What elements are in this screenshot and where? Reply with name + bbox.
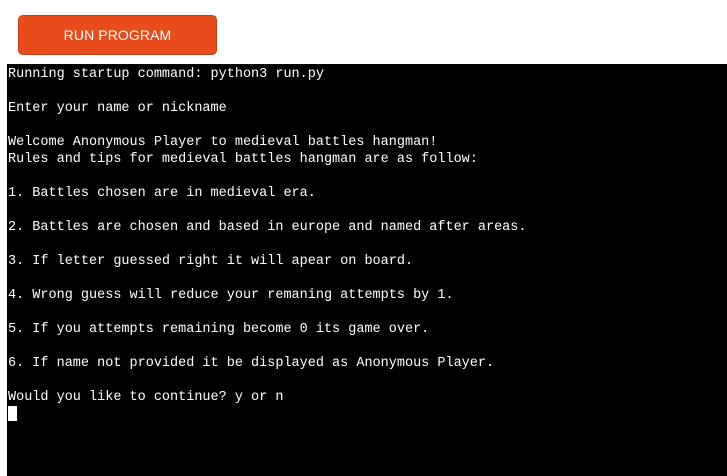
- terminal-output: Running startup command: python3 run.py E…: [8, 66, 727, 406]
- terminal-line: 5. If you attempts remaining become 0 it…: [8, 322, 430, 337]
- terminal-line: Would you like to continue? y or n: [8, 390, 284, 405]
- terminal-line: Running startup command: python3 run.py: [8, 67, 324, 82]
- terminal-line: 4. Wrong guess will reduce your remaning…: [8, 288, 454, 303]
- terminal-line: 1. Battles chosen are in medieval era.: [8, 186, 316, 201]
- terminal-line: 2. Battles are chosen and based in europ…: [8, 220, 527, 235]
- terminal-line: Enter your name or nickname: [8, 101, 227, 116]
- terminal[interactable]: Running startup command: python3 run.py E…: [7, 64, 727, 476]
- terminal-cursor: [8, 406, 17, 421]
- terminal-line: 3. If letter guessed right it will apear…: [8, 254, 414, 269]
- run-program-button[interactable]: RUN PROGRAM: [18, 15, 217, 55]
- terminal-line: 6. If name not provided it be displayed …: [8, 356, 495, 371]
- page: RUN PROGRAM Running startup command: pyt…: [0, 0, 727, 476]
- terminal-line: Welcome Anonymous Player to medieval bat…: [8, 135, 438, 150]
- terminal-line: Rules and tips for medieval battles hang…: [8, 152, 478, 167]
